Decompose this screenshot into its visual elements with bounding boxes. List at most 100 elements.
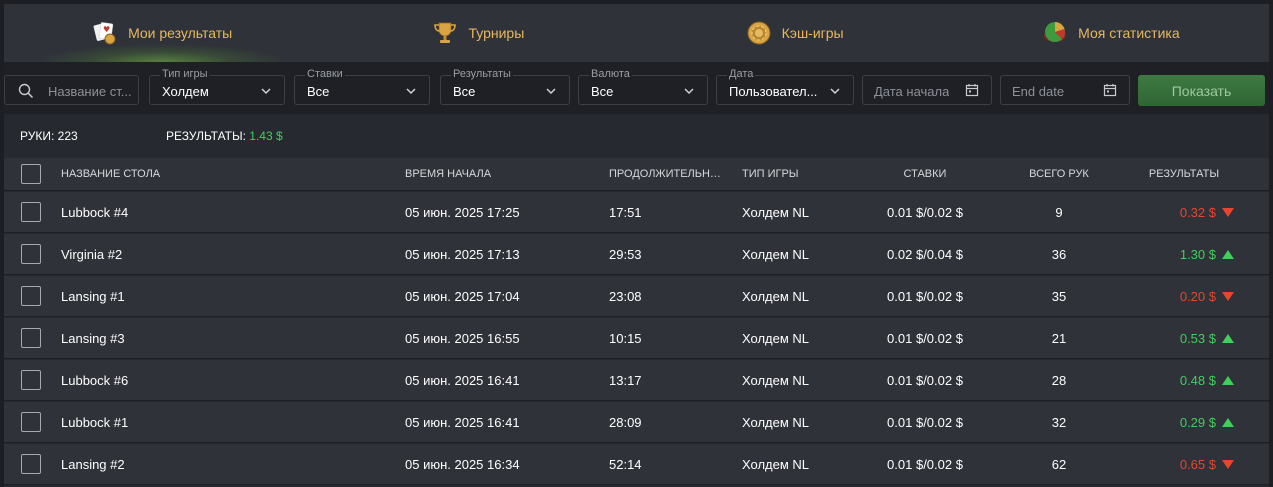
row-duration: 29:53	[609, 246, 642, 262]
row-duration: 13:17	[609, 372, 642, 388]
calendar-icon[interactable]	[965, 83, 979, 100]
result-value: 0.32 $	[1179, 204, 1216, 220]
header-duration-label: ПРОДОЛЖИТЕЛЬНОСТЬ	[609, 168, 721, 180]
tab-my-results[interactable]: ♥ Мои результаты	[4, 4, 320, 62]
results-label: РЕЗУЛЬТАТЫ:	[166, 129, 246, 143]
row-result: 0.53 $	[1134, 318, 1234, 358]
select-all-checkbox[interactable]	[21, 164, 41, 184]
row-game-type: Холдем NL	[742, 330, 810, 346]
row-stakes: 0.01 $/0.02 $	[887, 414, 963, 430]
row-checkbox[interactable]	[21, 412, 41, 432]
result-value: 1.30 $	[1179, 246, 1216, 262]
pie-chart-icon	[1042, 20, 1068, 46]
header-duration[interactable]: ПРОДОЛЖИТЕЛЬНОСТЬ	[609, 158, 721, 190]
header-start-time[interactable]: ВРЕМЯ НАЧАЛА	[405, 158, 491, 190]
tab-tournaments[interactable]: Турниры	[320, 4, 636, 62]
row-table-name: Lansing #3	[61, 330, 125, 346]
row-hands: 32	[1051, 414, 1067, 430]
chevron-down-icon	[829, 85, 841, 100]
row-table-name: Lansing #1	[61, 288, 125, 304]
end-date-input[interactable]: End date	[1000, 75, 1130, 105]
table-search-input[interactable]: Название ст...	[4, 75, 139, 105]
trophy-icon	[432, 20, 458, 46]
results-select[interactable]: Результаты Все	[440, 68, 570, 105]
row-start-time: 05 июн. 2025 17:25	[405, 204, 520, 220]
select-value: Все	[307, 84, 330, 99]
header-results[interactable]: РЕЗУЛЬТАТЫ	[1134, 158, 1234, 190]
row-stakes: 0.01 $/0.02 $	[887, 456, 963, 472]
tab-label: Мои результаты	[128, 25, 233, 41]
row-checkbox[interactable]	[21, 244, 41, 264]
header-table-name[interactable]: НАЗВАНИЕ СТОЛА	[61, 158, 160, 190]
table-row[interactable]: Lubbock #4 05 июн. 2025 17:25 17:51 Холд…	[4, 192, 1269, 233]
row-duration: 28:09	[609, 414, 642, 430]
row-duration: 17:51	[609, 204, 642, 220]
table-row[interactable]: Lubbock #1 05 июн. 2025 16:41 28:09 Холд…	[4, 402, 1269, 443]
table-row[interactable]: Virginia #2 05 июн. 2025 17:13 29:53 Хол…	[4, 234, 1269, 275]
row-stakes: 0.01 $/0.02 $	[887, 330, 963, 346]
chevron-down-icon	[405, 85, 417, 100]
row-game-type: Холдем NL	[742, 204, 810, 220]
row-game-type: Холдем NL	[742, 456, 810, 472]
row-result: 0.32 $	[1134, 192, 1234, 232]
game-type-select[interactable]: Тип игры Холдем	[149, 68, 285, 105]
row-hands: 28	[1051, 372, 1067, 388]
row-stakes: 0.01 $/0.02 $	[887, 204, 963, 220]
row-checkbox[interactable]	[21, 202, 41, 222]
row-duration: 23:08	[609, 288, 642, 304]
table-row[interactable]: Lansing #3 05 июн. 2025 16:55 10:15 Холд…	[4, 318, 1269, 359]
arrow-up-icon	[1222, 417, 1234, 427]
row-game-type: Холдем NL	[742, 414, 810, 430]
row-table-name: Virginia #2	[61, 246, 123, 262]
row-stakes: 0.01 $/0.02 $	[887, 288, 963, 304]
arrow-up-icon	[1222, 375, 1234, 385]
row-result: 0.65 $	[1134, 444, 1234, 484]
row-start-time: 05 июн. 2025 17:13	[405, 246, 520, 262]
row-checkbox[interactable]	[21, 370, 41, 390]
date-select[interactable]: Дата Пользовател...	[716, 68, 854, 105]
show-button[interactable]: Показать	[1138, 75, 1265, 106]
select-caption: Результаты	[451, 68, 513, 81]
tab-bar: ♥ Мои результаты Турниры Кэш-игры Моя ст…	[4, 4, 1269, 62]
select-caption: Валюта	[589, 68, 632, 81]
row-checkbox[interactable]	[21, 454, 41, 474]
cards-chip-icon: ♥	[92, 20, 118, 46]
start-date-input[interactable]: Дата начала	[862, 75, 992, 105]
row-table-name: Lubbock #1	[61, 414, 129, 430]
tab-cash-games[interactable]: Кэш-игры	[637, 4, 953, 62]
chevron-down-icon	[260, 85, 272, 100]
row-start-time: 05 июн. 2025 16:41	[405, 414, 520, 430]
stakes-select[interactable]: Ставки Все	[294, 68, 430, 105]
row-result: 0.20 $	[1134, 276, 1234, 316]
row-checkbox[interactable]	[21, 286, 41, 306]
svg-text:♥: ♥	[103, 25, 110, 34]
tab-label: Турниры	[468, 25, 525, 41]
header-game-type[interactable]: ТИП ИГРЫ	[742, 158, 799, 190]
select-value: Холдем	[162, 84, 209, 99]
table-row[interactable]: Lansing #2 05 июн. 2025 16:34 52:14 Холд…	[4, 444, 1269, 485]
row-checkbox[interactable]	[21, 328, 41, 348]
hands-value: 223	[57, 129, 78, 143]
row-start-time: 05 июн. 2025 16:41	[405, 372, 520, 388]
search-placeholder: Название ст...	[48, 84, 132, 99]
row-table-name: Lansing #2	[61, 456, 125, 472]
header-stakes[interactable]: СТАВКИ	[854, 158, 996, 190]
select-caption: Тип игры	[160, 68, 210, 81]
row-hands: 36	[1051, 246, 1067, 262]
chevron-down-icon	[683, 85, 695, 100]
arrow-down-icon	[1222, 459, 1234, 469]
row-table-name: Lubbock #4	[61, 204, 129, 220]
arrow-down-icon	[1222, 291, 1234, 301]
row-game-type: Холдем NL	[742, 372, 810, 388]
arrow-down-icon	[1222, 207, 1234, 217]
result-value: 0.48 $	[1179, 372, 1216, 388]
result-value: 0.53 $	[1179, 330, 1216, 346]
table-row[interactable]: Lansing #1 05 июн. 2025 17:04 23:08 Холд…	[4, 276, 1269, 317]
row-hands: 21	[1051, 330, 1067, 346]
currency-select[interactable]: Валюта Все	[578, 68, 708, 105]
select-value: Все	[453, 84, 476, 99]
tab-my-statistics[interactable]: Моя статистика	[953, 4, 1269, 62]
header-total-hands[interactable]: ВСЕГО РУК	[1009, 158, 1109, 190]
calendar-icon[interactable]	[1103, 83, 1117, 100]
table-row[interactable]: Lubbock #6 05 июн. 2025 16:41 13:17 Холд…	[4, 360, 1269, 401]
